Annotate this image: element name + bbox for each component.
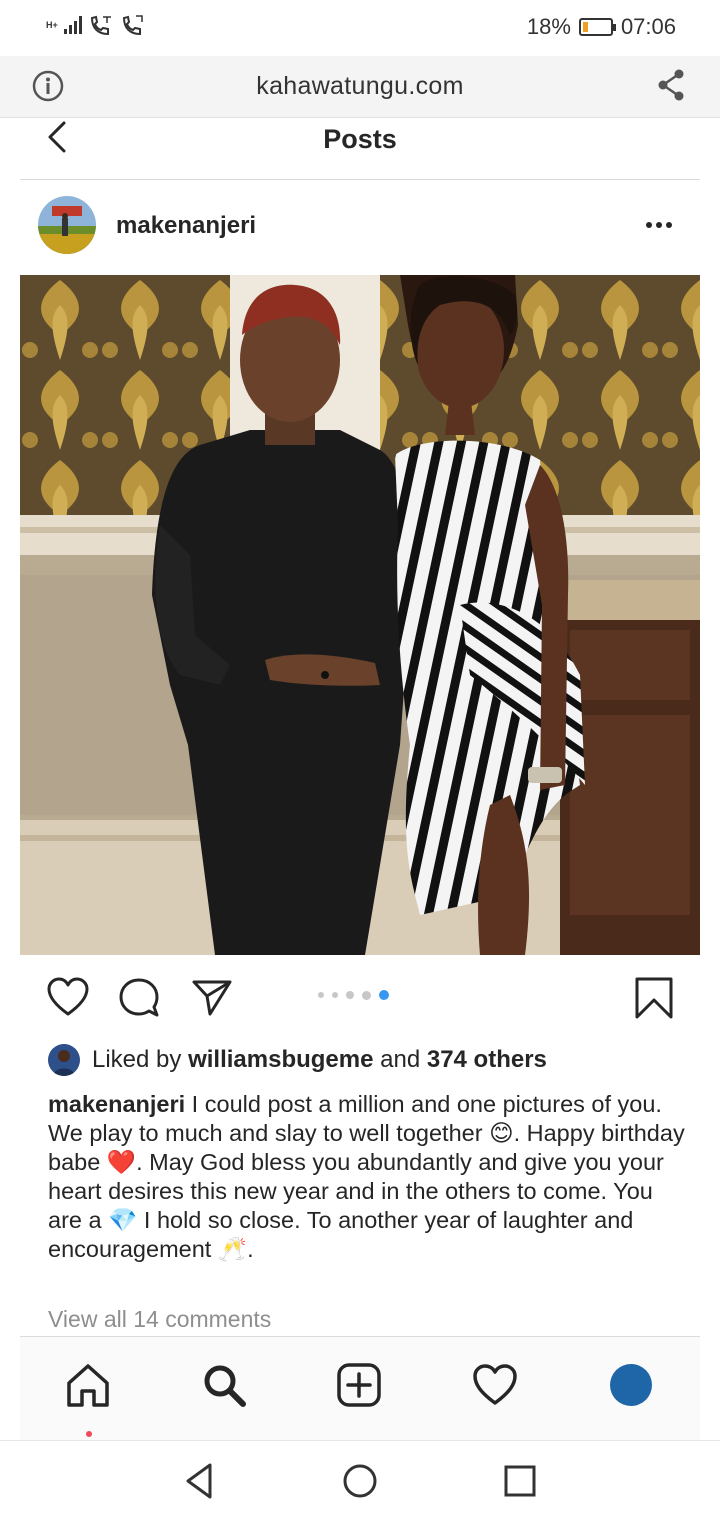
wifi-call-icon: [90, 15, 111, 36]
instagram-screenshot: Posts makenanjeri Liked by williamsbugem…: [20, 118, 700, 1440]
heart-emoji: ❤️: [106, 1149, 137, 1175]
search-icon[interactable]: [200, 1361, 248, 1409]
post-username[interactable]: makenanjeri: [116, 212, 256, 240]
instagram-header: Posts: [20, 118, 700, 180]
carousel-indicator: [318, 990, 389, 1000]
profile-avatar[interactable]: [607, 1361, 655, 1409]
status-right: 18% 07:06: [527, 14, 676, 40]
smile-emoji: 😊: [489, 1120, 514, 1146]
battery-icon: [578, 18, 616, 36]
post-photo[interactable]: [20, 275, 700, 955]
nav-recents-icon[interactable]: [500, 1461, 540, 1501]
add-post-icon[interactable]: [335, 1361, 383, 1409]
likes-others[interactable]: 374 others: [427, 1046, 547, 1073]
caption-text-5: .: [247, 1236, 254, 1262]
nav-home-icon[interactable]: [340, 1461, 380, 1501]
comment-icon[interactable]: [117, 976, 161, 1020]
view-comments-link[interactable]: View all 14 comments: [48, 1306, 271, 1333]
nav-back-icon[interactable]: [180, 1461, 220, 1501]
bookmark-icon[interactable]: [632, 976, 676, 1020]
post-header: makenanjeri: [20, 196, 700, 258]
likes-middle: and: [373, 1046, 427, 1073]
carousel-dot: [362, 990, 371, 1000]
page-title: Posts: [323, 124, 397, 154]
liker-avatar[interactable]: [48, 1044, 80, 1076]
avatar[interactable]: [38, 196, 96, 254]
carousel-dot: [346, 991, 354, 999]
android-nav-bar: [0, 1440, 720, 1520]
share-direct-icon[interactable]: [190, 976, 234, 1020]
battery-fill: [582, 22, 588, 32]
carousel-dot: [379, 990, 389, 1000]
home-notification-dot: [86, 1431, 92, 1437]
like-heart-icon[interactable]: [46, 976, 90, 1020]
battery-percent: 18%: [526, 14, 571, 39]
clock: 07:06: [620, 14, 676, 39]
post-caption: makenanjeri I could post a million and o…: [48, 1090, 688, 1264]
network-type-label: H+: [46, 19, 58, 30]
signal-icon: [63, 16, 82, 34]
activity-heart-icon[interactable]: [471, 1361, 519, 1409]
instagram-tab-bar: [20, 1336, 700, 1440]
clinking-glasses-emoji: 🥂: [217, 1236, 248, 1262]
status-left: H+: [46, 14, 146, 36]
browser-toolbar: kahawatungu.com: [0, 56, 720, 118]
status-bar: H+ 18% 07:06: [0, 0, 720, 56]
likes-prefix: Liked by: [92, 1046, 189, 1073]
more-options-icon[interactable]: [644, 218, 674, 232]
carousel-dot: [318, 992, 324, 998]
phone-call-icon: [122, 15, 143, 36]
caption-username[interactable]: makenanjeri: [48, 1091, 185, 1117]
likes-user[interactable]: williamsbugeme: [188, 1046, 373, 1073]
likes-line: Liked by williamsbugeme and 374 others: [48, 1043, 547, 1077]
url-display[interactable]: kahawatungu.com: [0, 72, 720, 101]
likes-text: Liked by williamsbugeme and 374 others: [92, 1046, 547, 1074]
carousel-dot: [332, 992, 338, 998]
home-icon[interactable]: [64, 1361, 112, 1409]
gem-emoji: 💎: [108, 1207, 138, 1233]
share-icon[interactable]: [656, 68, 686, 102]
post-actions: [20, 968, 700, 1028]
